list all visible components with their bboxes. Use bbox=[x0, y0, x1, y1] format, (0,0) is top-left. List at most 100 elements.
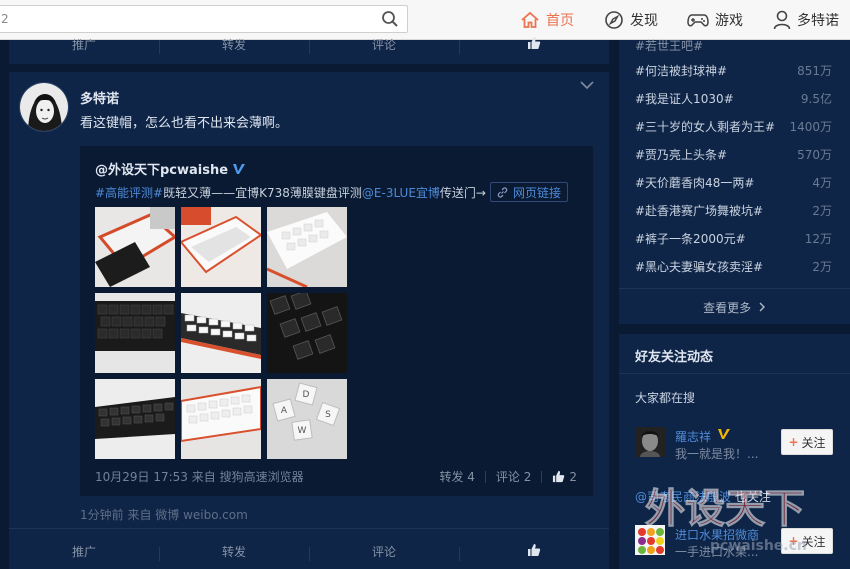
gamepad-icon bbox=[687, 14, 709, 27]
hot-topic-count: 2万 bbox=[812, 204, 832, 218]
hot-topic-item[interactable]: #若世王吧# bbox=[635, 37, 832, 54]
hot-topic-item[interactable]: #天价蘑香肉48一两# 4万 bbox=[635, 174, 832, 191]
hot-topic-count: 12万 bbox=[804, 232, 832, 246]
prev-repost-button[interactable]: 转发 bbox=[159, 36, 309, 54]
hot-topic-count: 1400万 bbox=[789, 120, 832, 134]
hot-topic-item[interactable]: #赴香港赛广场舞被坑# 2万 bbox=[635, 202, 832, 219]
repost-repost-count[interactable]: 转发 4 bbox=[439, 468, 474, 485]
nav-games-label: 游戏 bbox=[715, 13, 743, 29]
person-name[interactable]: 羅志祥 bbox=[675, 428, 711, 445]
repost-source-link[interactable]: 搜狗高速浏览器 bbox=[220, 470, 304, 484]
svg-text:S: S bbox=[325, 410, 331, 420]
white-keyboard-image bbox=[181, 379, 261, 459]
image-thumb[interactable] bbox=[181, 293, 261, 373]
svg-text:D: D bbox=[303, 390, 310, 400]
nav-user[interactable]: 多特诺 bbox=[773, 0, 839, 40]
repost-button[interactable]: 转发 bbox=[159, 543, 309, 561]
nav-discover-label: 发现 bbox=[630, 13, 658, 29]
hot-topic-item[interactable]: #裤子一条2000元# 12万 bbox=[635, 230, 832, 247]
hot-topic-item[interactable]: #贾乃亮上头条# 570万 bbox=[635, 146, 832, 163]
prev-comment-button[interactable]: 评论 bbox=[309, 36, 459, 54]
nav-user-label: 多特诺 bbox=[797, 13, 839, 29]
image-thumb[interactable] bbox=[95, 207, 175, 287]
repost-user-name[interactable]: @外设天下pcwaishe bbox=[95, 159, 228, 178]
image-thumb[interactable] bbox=[267, 293, 347, 373]
verified-badge-icon bbox=[233, 163, 246, 174]
keyboard-image bbox=[267, 207, 347, 287]
hot-topic-count: 2万 bbox=[812, 260, 832, 274]
repost-like-count: 2 bbox=[569, 469, 577, 484]
person-photo bbox=[635, 427, 665, 457]
black-keyboard-image bbox=[95, 293, 175, 373]
hot-topics-list: #若世王吧# #何洁被封球神# 851万 #我是证人1030# 9.5亿 #三十… bbox=[619, 37, 850, 324]
hot-topic-count: 9.5亿 bbox=[800, 92, 832, 106]
repost-comment-count[interactable]: 评论 2 bbox=[496, 468, 531, 485]
repost-user[interactable]: @外设天下pcwaishe bbox=[95, 159, 246, 178]
plus-icon: + bbox=[788, 435, 799, 449]
prev-like-button[interactable] bbox=[459, 36, 609, 54]
search-box[interactable] bbox=[0, 5, 408, 33]
image-thumb[interactable] bbox=[267, 207, 347, 287]
promote-button[interactable]: 推广 bbox=[9, 543, 159, 560]
web-link-button[interactable]: 网页链接 bbox=[489, 182, 568, 202]
search-icon[interactable] bbox=[381, 10, 399, 28]
hot-topic-count: 4万 bbox=[812, 176, 832, 190]
see-more-label: 查看更多 bbox=[703, 301, 752, 315]
reposted-content: @外设天下pcwaishe #高能评测# 既轻又薄——宜博K738薄膜键盘评测 … bbox=[80, 146, 593, 496]
repost-body: 既轻又薄——宜博K738薄膜键盘评测 bbox=[163, 185, 362, 200]
post-text: 看这键帽，怎么也看不出来会薄啊。 bbox=[80, 116, 289, 131]
repost-tail: 传送门→ bbox=[439, 185, 486, 200]
thumbs-up-icon bbox=[553, 470, 565, 483]
post-source-link[interactable]: 微博 weibo.com bbox=[155, 508, 248, 522]
hot-topic-title: #黑心夫妻骗女孩卖淫# bbox=[635, 260, 764, 274]
post-time: 1分钟前 来自 微博 weibo.com bbox=[80, 506, 248, 523]
watermark-text: 外设天下 bbox=[645, 486, 805, 532]
nav-games[interactable]: 游戏 bbox=[687, 0, 743, 40]
nav-discover[interactable]: 发现 bbox=[604, 0, 658, 40]
wasd-keycaps-image: D A S W bbox=[267, 379, 347, 459]
author-avatar[interactable] bbox=[19, 82, 69, 132]
post-time-text: 1分钟前 来自 bbox=[80, 508, 156, 522]
hot-topic-title: #天价蘑香肉48一两# bbox=[635, 176, 755, 190]
image-thumb[interactable]: D A S W bbox=[267, 379, 347, 459]
image-thumb[interactable] bbox=[95, 379, 175, 459]
friends-panel-title: 好友关注动态 bbox=[635, 350, 714, 365]
post-actions: 推广 转发 评论 bbox=[9, 536, 609, 566]
thumbs-up-icon bbox=[528, 36, 541, 49]
hot-topic-item[interactable]: #黑心夫妻骗女孩卖淫# 2万 bbox=[635, 258, 832, 275]
search-input[interactable] bbox=[0, 6, 369, 32]
chevron-down-icon[interactable] bbox=[580, 80, 594, 90]
hot-topic-item[interactable]: #我是证人1030# 9.5亿 bbox=[635, 90, 832, 107]
svg-text:W: W bbox=[298, 426, 307, 436]
image-thumb[interactable] bbox=[181, 379, 261, 459]
see-more-link[interactable]: 查看更多 bbox=[619, 299, 850, 316]
repost-like-button[interactable]: 2 bbox=[552, 470, 577, 484]
person-description: 我一就是我！... bbox=[675, 447, 759, 461]
image-thumb[interactable] bbox=[181, 207, 261, 287]
hot-topic-title: #我是证人1030# bbox=[635, 92, 734, 106]
hot-topic-item[interactable]: #三十岁的女人剩者为王# 1400万 bbox=[635, 118, 832, 135]
topic-link[interactable]: #高能评测# bbox=[95, 184, 163, 201]
divider bbox=[484, 470, 486, 483]
divider bbox=[541, 470, 543, 483]
post-author-name[interactable]: 多特诺 bbox=[80, 88, 119, 107]
follow-label: 关注 bbox=[801, 435, 826, 450]
keyboard-box-image bbox=[181, 207, 261, 287]
like-button[interactable] bbox=[459, 543, 609, 561]
follow-button[interactable]: + 关注 bbox=[781, 429, 833, 455]
divider bbox=[619, 373, 850, 374]
hot-topic-item[interactable]: #何洁被封球神# 851万 bbox=[635, 62, 832, 79]
hot-topic-title: #贾乃亮上头条# bbox=[635, 148, 728, 162]
mention-link[interactable]: @E-3LUE宜博 bbox=[362, 184, 440, 201]
hot-topic-title: #何洁被封球神# bbox=[635, 64, 728, 78]
image-thumb[interactable] bbox=[95, 293, 175, 373]
repost-actions: 转发 4 评论 2 2 bbox=[439, 468, 577, 485]
person-avatar[interactable] bbox=[635, 427, 665, 457]
hot-topic-title: #赴香港赛广场舞被坑# bbox=[635, 204, 764, 218]
hot-topic-title: #三十岁的女人剩者为王# bbox=[635, 120, 776, 134]
friends-panel-subtitle: 大家都在搜 bbox=[635, 391, 696, 405]
svg-text:A: A bbox=[281, 406, 288, 416]
prev-promote-button[interactable]: 推广 bbox=[9, 36, 159, 53]
black-keyboard-side-image bbox=[95, 379, 175, 459]
comment-button[interactable]: 评论 bbox=[309, 543, 459, 561]
